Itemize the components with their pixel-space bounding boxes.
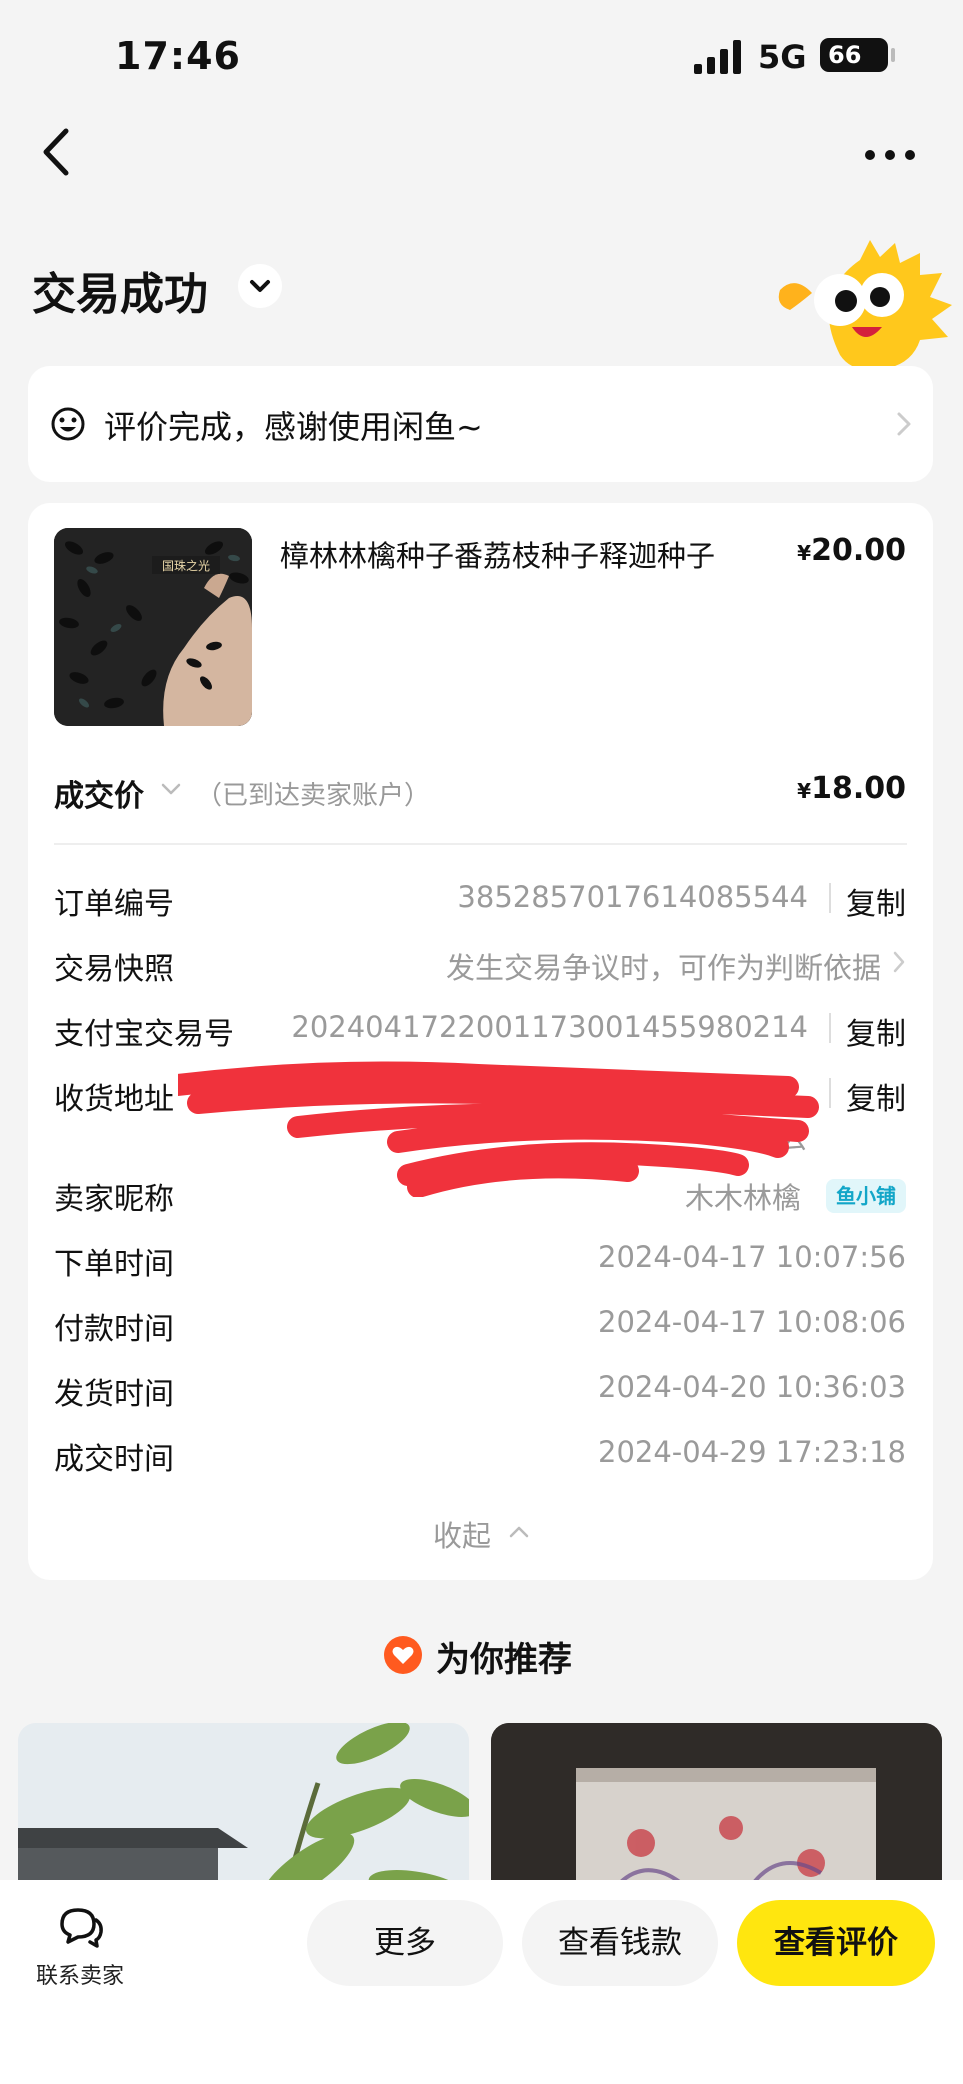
network-label: 5G xyxy=(758,38,807,76)
contact-seller-label[interactable]: 联系卖家 xyxy=(36,1958,124,1990)
divider xyxy=(54,843,907,845)
product-image[interactable]: 国珠之光 xyxy=(54,528,252,726)
smile-icon xyxy=(51,407,85,441)
alipay-no-value: 2024041722001173001455980214 xyxy=(291,1010,808,1044)
snapshot-value[interactable]: 发生交易争议时，可作为判断依据 xyxy=(446,945,881,987)
currency-symbol: ¥ xyxy=(797,541,812,565)
signal-icon xyxy=(694,40,741,74)
order-card: 国珠之光 樟林林檎种子番荔枝种子释迦种子 ¥20.00 成交价 （已到达卖家账户… xyxy=(28,503,933,1580)
deal-price-label[interactable]: 成交价 xyxy=(54,771,144,815)
chevron-right-icon xyxy=(897,412,911,436)
copy-alipay-no-button[interactable]: 复制 xyxy=(846,1009,906,1053)
review-banner-text: 评价完成，感谢使用闲鱼~ xyxy=(104,408,483,446)
seller-label: 卖家昵称 xyxy=(54,1182,174,1217)
product-title[interactable]: 樟林林檎种子番荔枝种子释迦种子 xyxy=(280,533,715,575)
pay-time-label: 付款时间 xyxy=(54,1312,174,1347)
deal-price: ¥18.00 xyxy=(797,771,906,806)
chevron-up-icon[interactable] xyxy=(508,1525,530,1539)
chevron-down-icon[interactable] xyxy=(238,264,282,308)
shop-badge: 鱼小铺 xyxy=(826,1179,906,1213)
status-time: 17:46 xyxy=(115,34,241,78)
battery-icon: 66 xyxy=(820,38,888,72)
chevron-down-icon[interactable] xyxy=(160,782,182,796)
separator xyxy=(829,1013,831,1043)
address-label: 收货地址 xyxy=(54,1082,174,1117)
order-time-value: 2024-04-17 10:07:56 xyxy=(598,1240,906,1274)
recommend-title: 为你推荐 xyxy=(436,1640,572,1680)
page-title: 交易成功 xyxy=(32,269,208,320)
deal-time-value: 2024-04-29 17:23:18 xyxy=(598,1435,906,1469)
bottom-action-bar: 联系卖家 更多 查看钱款 查看评价 xyxy=(0,1880,963,2084)
deal-price-note: （已到达卖家账户） xyxy=(196,781,431,811)
currency-symbol: ¥ xyxy=(797,779,812,803)
copy-address-button[interactable]: 复制 xyxy=(846,1074,906,1118)
pay-time-value: 2024-04-17 10:08:06 xyxy=(598,1305,906,1339)
review-banner[interactable]: 评价完成，感谢使用闲鱼~ xyxy=(28,366,933,482)
deal-time-label: 成交时间 xyxy=(54,1442,174,1477)
deal-price-value: 18.00 xyxy=(811,771,906,806)
seller-name[interactable]: 木木林檎 xyxy=(685,1175,801,1217)
ship-time-value: 2024-04-20 10:36:03 xyxy=(598,1370,906,1404)
view-money-button[interactable]: 查看钱款 xyxy=(522,1900,718,1986)
snapshot-label: 交易快照 xyxy=(54,952,174,987)
heart-icon xyxy=(384,1636,422,1674)
more-button[interactable]: 更多 xyxy=(307,1900,503,1986)
more-icon[interactable] xyxy=(860,140,920,170)
product-price-value: 20.00 xyxy=(811,533,906,568)
back-icon[interactable] xyxy=(38,125,78,179)
fish-mascot-icon xyxy=(778,240,952,370)
chevron-right-icon[interactable] xyxy=(892,950,906,974)
copy-order-no-button[interactable]: 复制 xyxy=(846,879,906,923)
separator xyxy=(829,883,831,913)
ship-time-label: 发货时间 xyxy=(54,1377,174,1412)
order-time-label: 下单时间 xyxy=(54,1247,174,1282)
product-price: ¥20.00 xyxy=(797,533,906,568)
battery-tip xyxy=(891,48,895,62)
collapse-button[interactable]: 收起 xyxy=(433,1513,491,1555)
view-review-button[interactable]: 查看评价 xyxy=(737,1900,935,1986)
seed-photo: 国珠之光 xyxy=(54,528,252,726)
image-caption: 国珠之光 xyxy=(162,559,210,573)
chat-icon[interactable] xyxy=(56,1904,106,1948)
order-no-label: 订单编号 xyxy=(54,887,174,922)
order-no-value: 3852857017614085544 xyxy=(457,880,808,914)
status-bar: 17:46 5G 66 xyxy=(0,0,963,110)
